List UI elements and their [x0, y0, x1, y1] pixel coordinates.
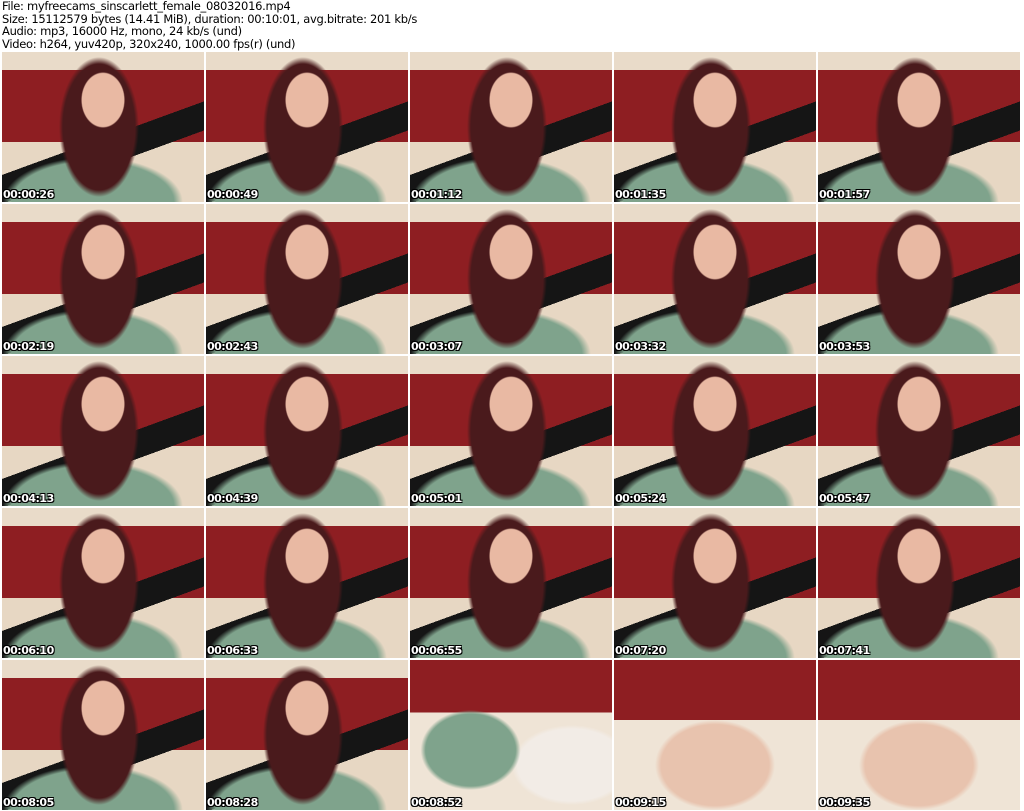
- video-thumbnail: 00:04:13: [2, 356, 204, 506]
- video-thumbnail: 00:08:28: [206, 660, 408, 810]
- video-thumbnail: 00:06:10: [2, 508, 204, 658]
- video-thumbnail: 00:02:19: [2, 204, 204, 354]
- thumbnail-timestamp: 00:00:49: [207, 188, 258, 201]
- video-info: Video: h264, yuv420p, 320x240, 1000.00 f…: [2, 36, 296, 51]
- video-thumbnail: 00:05:01: [410, 356, 612, 506]
- thumbnail-timestamp: 00:06:55: [411, 644, 462, 657]
- thumbnail-timestamp: 00:01:35: [615, 188, 666, 201]
- thumbnail-timestamp: 00:05:01: [411, 492, 462, 505]
- video-thumbnail: 00:00:26: [2, 52, 204, 202]
- audio-info: Audio: mp3, 16000 Hz, mono, 24 kb/s (und…: [2, 24, 242, 38]
- thumbnail-timestamp: 00:08:52: [411, 796, 462, 809]
- video-thumbnail: 00:09:35: [818, 660, 1020, 810]
- thumbnail-timestamp: 00:01:57: [819, 188, 870, 201]
- thumbnail-timestamp: 00:03:53: [819, 340, 870, 353]
- video-thumbnail: 00:06:55: [410, 508, 612, 658]
- video-thumbnail: 00:03:32: [614, 204, 816, 354]
- video-thumbnail: 00:05:24: [614, 356, 816, 506]
- thumbnail-timestamp: 00:02:43: [207, 340, 258, 353]
- thumbnail-timestamp: 00:06:33: [207, 644, 258, 657]
- thumbnail-timestamp: 00:09:15: [615, 796, 666, 809]
- video-thumbnail: 00:07:20: [614, 508, 816, 658]
- thumbnail-timestamp: 00:08:28: [207, 796, 258, 809]
- thumbnail-timestamp: 00:06:10: [3, 644, 54, 657]
- video-thumbnail: 00:08:52: [410, 660, 612, 810]
- thumbnail-timestamp: 00:04:13: [3, 492, 54, 505]
- thumbnail-timestamp: 00:03:07: [411, 340, 462, 353]
- video-thumbnail: 00:03:53: [818, 204, 1020, 354]
- video-thumbnail: 00:05:47: [818, 356, 1020, 506]
- file-info-header: File: myfreecams_sinscarlett_female_0803…: [2, 0, 417, 50]
- file-name: File: myfreecams_sinscarlett_female_0803…: [2, 0, 291, 13]
- video-thumbnail: 00:09:15: [614, 660, 816, 810]
- thumbnail-timestamp: 00:07:20: [615, 644, 666, 657]
- thumbnail-timestamp: 00:09:35: [819, 796, 870, 809]
- video-thumbnail: 00:04:39: [206, 356, 408, 506]
- video-thumbnail: 00:03:07: [410, 204, 612, 354]
- thumbnail-timestamp: 00:05:24: [615, 492, 666, 505]
- video-thumbnail: 00:01:12: [410, 52, 612, 202]
- thumbnail-timestamp: 00:02:19: [3, 340, 54, 353]
- thumbnail-timestamp: 00:01:12: [411, 188, 462, 201]
- thumbnail-grid: 00:00:26 00:00:49 00:01:12 00:01:35 00:01:57…: [2, 52, 1020, 810]
- thumbnail-timestamp: 00:03:32: [615, 340, 666, 353]
- thumbnail-timestamp: 00:04:39: [207, 492, 258, 505]
- thumbnail-timestamp: 00:07:41: [819, 644, 870, 657]
- thumbnail-timestamp: 00:08:05: [3, 796, 54, 809]
- video-thumbnail: 00:06:33: [206, 508, 408, 658]
- video-thumbnail: 00:07:41: [818, 508, 1020, 658]
- thumbnail-timestamp: 00:00:26: [3, 188, 54, 201]
- video-thumbnail: 00:01:57: [818, 52, 1020, 202]
- video-thumbnail: 00:02:43: [206, 204, 408, 354]
- video-thumbnail: 00:00:49: [206, 52, 408, 202]
- video-thumbnail: 00:08:05: [2, 660, 204, 810]
- thumbnail-timestamp: 00:05:47: [819, 492, 870, 505]
- video-thumbnail: 00:01:35: [614, 52, 816, 202]
